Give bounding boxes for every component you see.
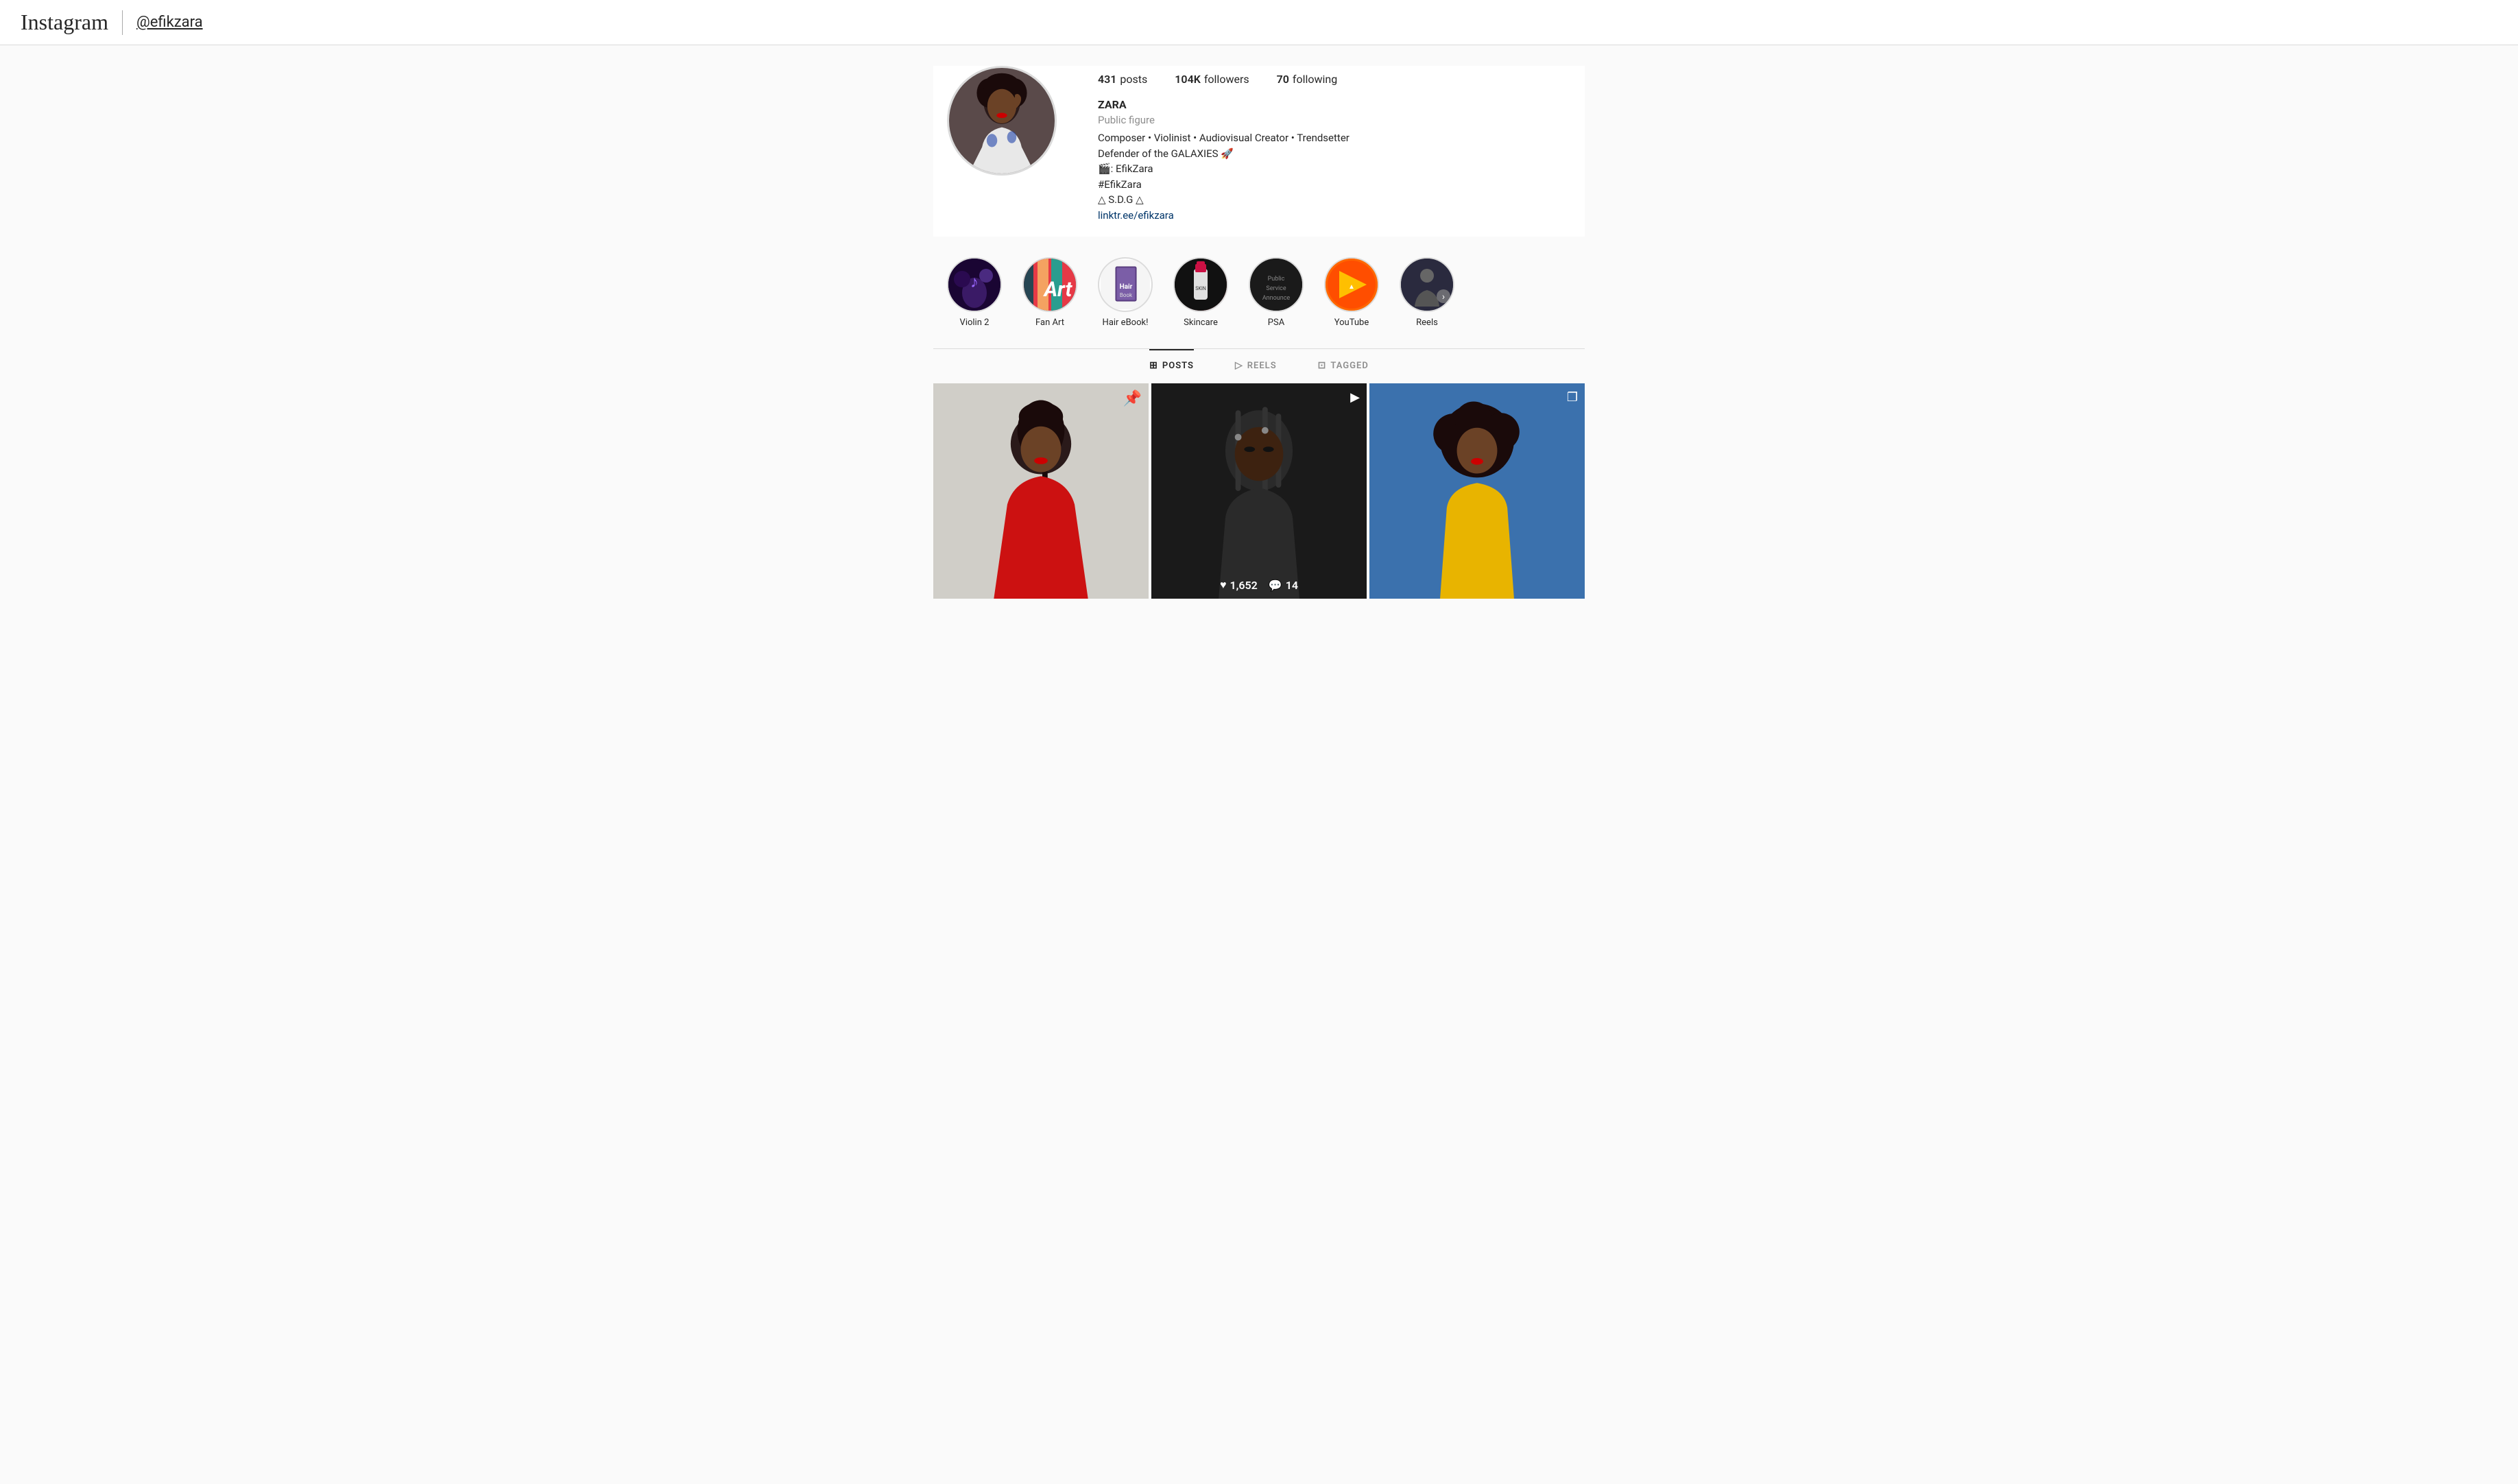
following-label: following [1293, 73, 1337, 86]
tab-tagged-label: TAGGED [1330, 361, 1368, 371]
tagged-icon: ⊡ [1318, 360, 1327, 371]
svg-text:Hair: Hair [1120, 283, 1133, 291]
carousel-icon: ❐ [1567, 390, 1578, 405]
post-3[interactable]: ❐ [1369, 383, 1585, 599]
tab-posts-label: POSTS [1162, 361, 1194, 371]
highlight-label-skincare: Skincare [1184, 318, 1218, 328]
avatar[interactable] [947, 66, 1057, 176]
tab-reels-label: REELS [1247, 361, 1277, 371]
bio-line4: #EfikZara [1098, 177, 1571, 193]
svg-text:▲: ▲ [1348, 283, 1355, 291]
bio-line3: 🎬: EfikZara [1098, 161, 1571, 177]
posts-icon: ⊞ [1149, 360, 1158, 371]
highlight-label-fanart: Fan Art [1035, 318, 1064, 328]
highlight-psa[interactable]: Public Service Announce PSA [1249, 257, 1304, 328]
profile-info: 431 posts 104K followers 70 following ZA… [1098, 66, 1571, 223]
header-divider [122, 10, 123, 35]
comments-stat: 💬 14 [1269, 578, 1298, 592]
highlight-youtube[interactable]: ▲ YouTube [1324, 257, 1379, 328]
highlight-label-youtube: YouTube [1334, 318, 1369, 328]
highlight-reels[interactable]: › Reels [1400, 257, 1454, 328]
bio-line5: △ S.D.G △ [1098, 192, 1571, 208]
highlight-circle-skincare: SKIN [1173, 257, 1228, 312]
svg-text:♪: ♪ [970, 272, 979, 291]
posts-grid: 📌 ▶ ♥ 1,652 [933, 383, 1585, 599]
profile-stats: 431 posts 104K followers 70 following [1098, 73, 1571, 86]
highlight-label-reels: Reels [1416, 318, 1438, 328]
stat-posts: 431 posts [1098, 73, 1147, 86]
highlight-circle-reels: › [1400, 257, 1454, 312]
posts-count: 431 [1098, 73, 1116, 86]
video-icon: ▶ [1350, 390, 1360, 405]
svg-text:Public: Public [1268, 276, 1285, 283]
post-stats: ♥ 1,652 💬 14 [1151, 578, 1367, 592]
bio-link[interactable]: linktr.ee/efikzara [1098, 208, 1571, 224]
highlight-skincare[interactable]: SKIN Skincare [1173, 257, 1228, 328]
followers-label: followers [1204, 73, 1249, 86]
svg-text:Art: Art [1043, 278, 1073, 302]
comments-count: 14 [1286, 579, 1298, 592]
svg-text:Service: Service [1266, 285, 1286, 292]
instagram-logo: Instagram [21, 10, 108, 35]
likes-count: 1,652 [1230, 579, 1257, 592]
highlight-fanart[interactable]: Art Fan Art [1022, 257, 1077, 328]
tab-reels[interactable]: ▷ REELS [1235, 349, 1277, 381]
comment-icon: 💬 [1269, 579, 1282, 592]
post-2[interactable]: ▶ ♥ 1,652 💬 14 [1151, 383, 1367, 599]
followers-count: 104K [1175, 73, 1201, 86]
highlight-label-psa: PSA [1268, 318, 1284, 328]
post-1[interactable]: 📌 [933, 383, 1149, 599]
svg-text:Announce: Announce [1262, 295, 1291, 302]
highlight-circle-violin2: ♪ [947, 257, 1002, 312]
following-count: 70 [1277, 73, 1289, 86]
reels-icon: ▷ [1235, 360, 1243, 371]
svg-text:›: › [1442, 291, 1445, 302]
likes-stat: ♥ 1,652 [1220, 578, 1258, 592]
highlights-section: ♪ Violin 2 Art Fan Art Hair [933, 250, 1585, 342]
profile-bio: Composer • Violinist • Audiovisual Creat… [1098, 130, 1571, 223]
highlight-hairebook[interactable]: Hair Book Hair eBook! [1098, 257, 1153, 328]
highlight-label-hairebook: Hair eBook! [1103, 318, 1149, 328]
highlight-label-violin2: Violin 2 [960, 318, 990, 328]
stat-followers[interactable]: 104K followers [1175, 73, 1249, 86]
heart-icon: ♥ [1220, 578, 1227, 592]
tab-tagged[interactable]: ⊡ TAGGED [1318, 349, 1369, 381]
highlight-circle-youtube: ▲ [1324, 257, 1379, 312]
highlight-circle-psa: Public Service Announce [1249, 257, 1304, 312]
highlight-circle-fanart: Art [1022, 257, 1077, 312]
posts-label: posts [1120, 73, 1147, 86]
profile-handle[interactable]: @efikzara [136, 14, 203, 31]
bio-line2: Defender of the GALAXIES 🚀 [1098, 146, 1571, 162]
highlight-violin2[interactable]: ♪ Violin 2 [947, 257, 1002, 328]
profile-name: ZARA [1098, 98, 1571, 111]
header: Instagram @efikzara [0, 0, 2518, 45]
profile-section: 431 posts 104K followers 70 following ZA… [933, 66, 1585, 237]
bio-line1: Composer • Violinist • Audiovisual Creat… [1098, 130, 1571, 146]
pin-icon: 📌 [1123, 390, 1142, 407]
avatar-wrap [947, 66, 1057, 176]
svg-text:Book: Book [1120, 292, 1133, 298]
svg-text:SKIN: SKIN [1195, 286, 1206, 291]
tabs-section: ⊞ POSTS ▷ REELS ⊡ TAGGED [933, 348, 1585, 381]
highlight-circle-hairebook: Hair Book [1098, 257, 1153, 312]
profile-category: Public figure [1098, 114, 1571, 126]
tab-posts[interactable]: ⊞ POSTS [1149, 349, 1194, 381]
stat-following[interactable]: 70 following [1277, 73, 1338, 86]
